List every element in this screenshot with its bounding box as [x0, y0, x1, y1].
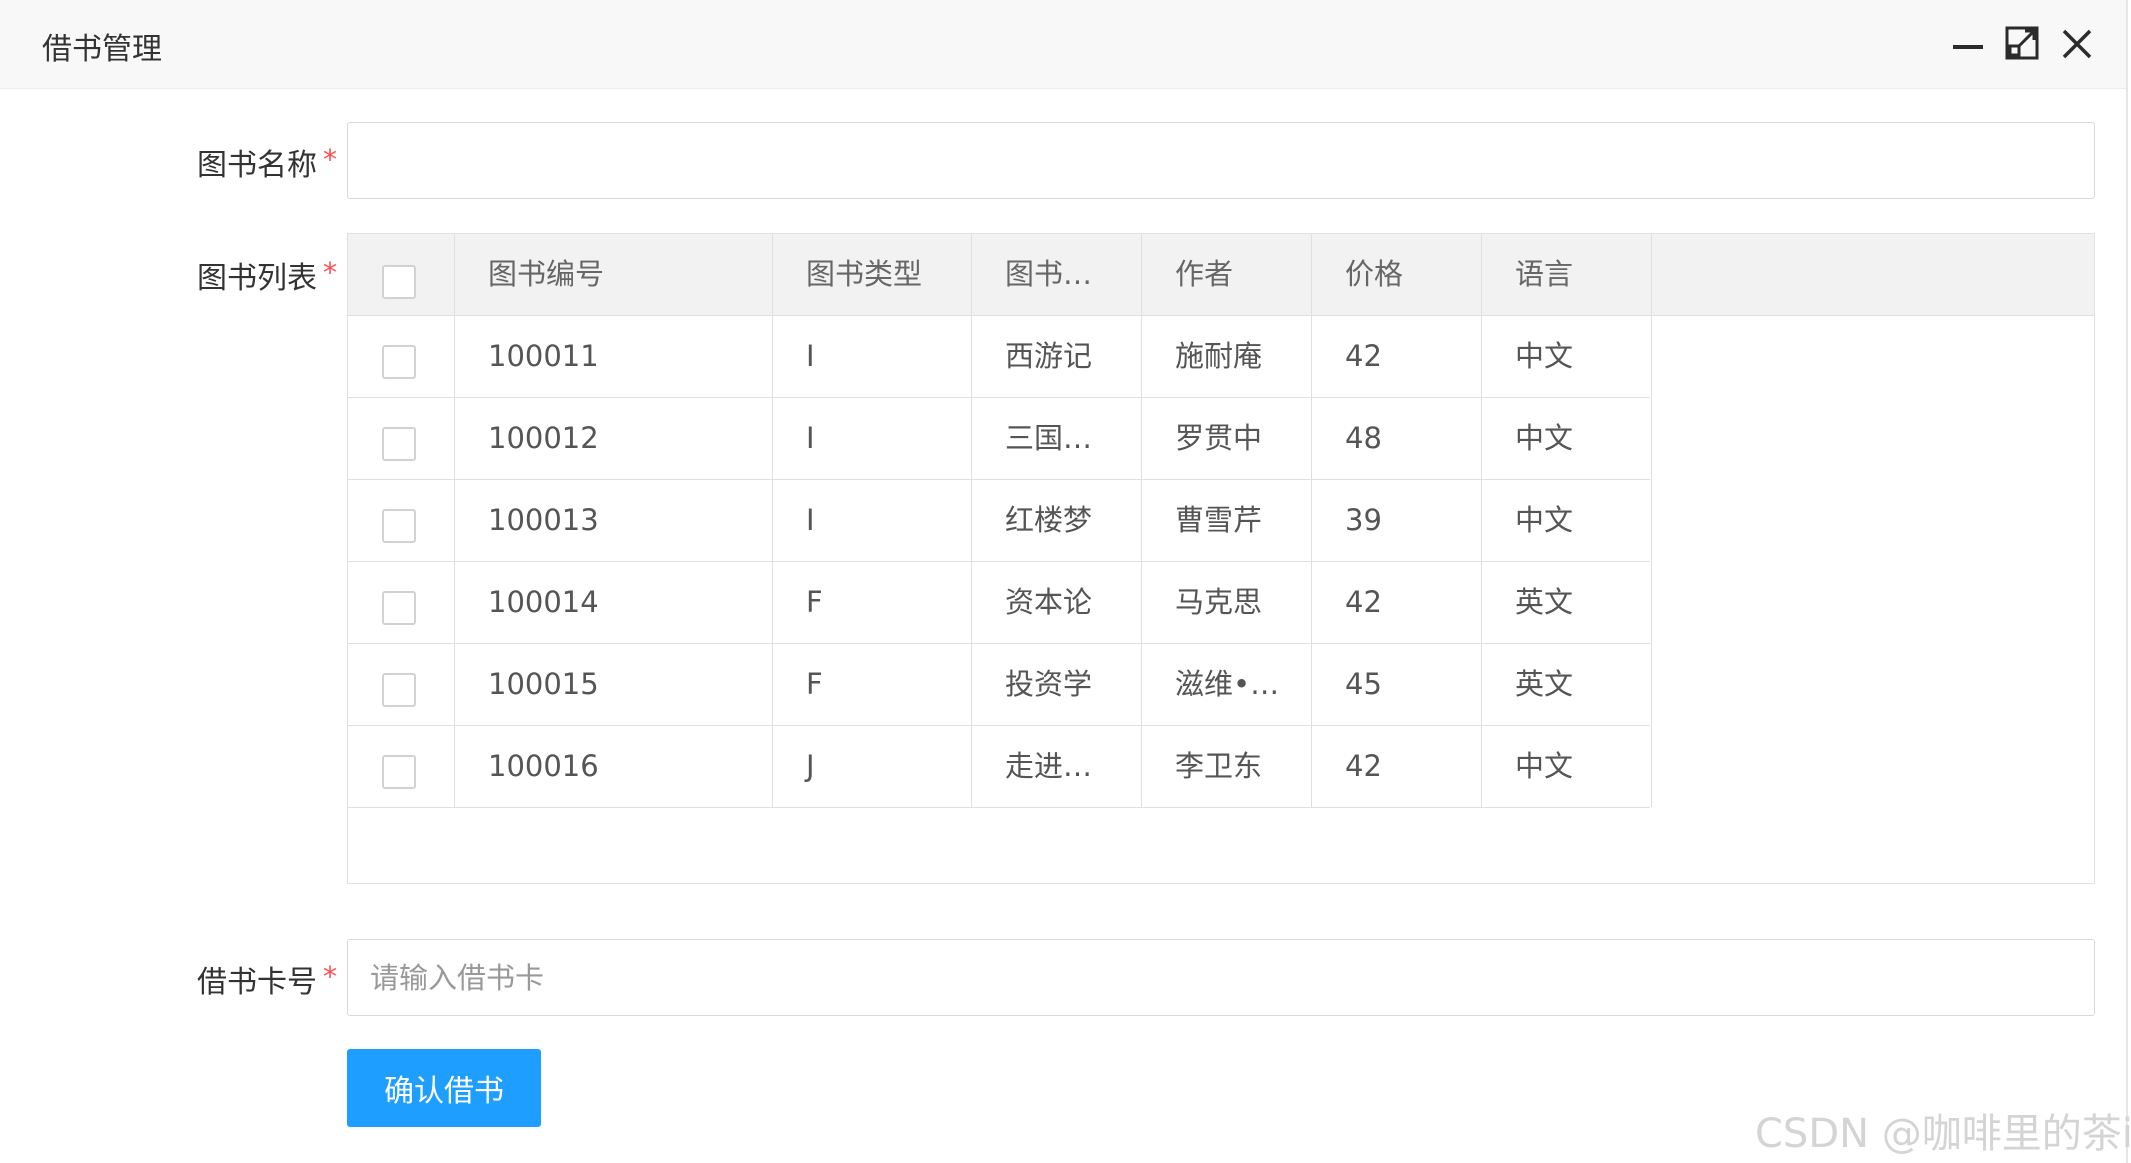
- table-cell-name: 投资学: [972, 643, 1142, 725]
- dialog-title: 借书管理: [42, 32, 162, 67]
- row-checkbox[interactable]: [382, 427, 416, 461]
- table-row[interactable]: 100013 I 红楼梦 曹雪芹 39 中文: [348, 479, 1652, 562]
- table-cell-price: 42: [1312, 315, 1482, 397]
- table-cell-type: I: [773, 479, 972, 561]
- watermark: CSDN @咖啡里的茶i: [1755, 1111, 2131, 1157]
- column-header[interactable]: 作者: [1142, 234, 1312, 315]
- table-cell-author: 滋维•…: [1142, 643, 1312, 725]
- row-checkbox-cell: [348, 315, 455, 397]
- maximize-icon[interactable]: [2001, 22, 2045, 66]
- table-cell-price: 45: [1312, 643, 1482, 725]
- table-cell-type: F: [773, 561, 972, 643]
- row-checkbox[interactable]: [382, 509, 416, 543]
- row-checkbox-cell: [348, 479, 455, 561]
- table-row[interactable]: 100012 I 三国… 罗贯中 48 中文: [348, 397, 1652, 480]
- confirm-borrow-button[interactable]: 确认借书: [347, 1049, 541, 1127]
- table-cell-author: 施耐庵: [1142, 315, 1312, 397]
- column-header[interactable]: 图书编号: [455, 234, 773, 315]
- table-cell-author: 马克思: [1142, 561, 1312, 643]
- table-cell-author: 曹雪芹: [1142, 479, 1312, 561]
- row-checkbox-cell: [348, 397, 455, 479]
- table-cell-id: 100016: [455, 725, 773, 807]
- book-list-label: 图书列表 *: [197, 253, 337, 297]
- table-cell-author: 罗贯中: [1142, 397, 1312, 479]
- table-row[interactable]: 100015 F 投资学 滋维•… 45 英文: [348, 643, 1652, 726]
- table-cell-type: F: [773, 643, 972, 725]
- row-checkbox[interactable]: [382, 755, 416, 789]
- table-row[interactable]: 100014 F 资本论 马克思 42 英文: [348, 561, 1652, 644]
- card-no-input[interactable]: [347, 939, 2095, 1016]
- table-cell-price: 39: [1312, 479, 1482, 561]
- dialog-titlebar: 借书管理: [0, 0, 2126, 89]
- table-cell-name: 资本论: [972, 561, 1142, 643]
- table-header: 图书编号 图书类型 图书… 作者 价格 语言: [348, 234, 2094, 316]
- table-cell-lang: 英文: [1482, 561, 1652, 643]
- minimize-icon[interactable]: [1947, 22, 1991, 66]
- table-cell-lang: 中文: [1482, 725, 1652, 807]
- book-name-label: 图书名称 *: [197, 140, 337, 184]
- table-cell-price: 48: [1312, 397, 1482, 479]
- table-cell-price: 42: [1312, 725, 1482, 807]
- table-cell-id: 100013: [455, 479, 773, 561]
- table-cell-author: 李卫东: [1142, 725, 1312, 807]
- book-name-input[interactable]: [347, 122, 2095, 199]
- table-cell-type: I: [773, 397, 972, 479]
- column-header[interactable]: 语言: [1482, 234, 1652, 315]
- table-cell-type: J: [773, 725, 972, 807]
- table-cell-lang: 中文: [1482, 397, 1652, 479]
- card-no-label: 借书卡号 *: [197, 957, 337, 1001]
- select-all-checkbox[interactable]: [382, 265, 416, 299]
- book-table: 图书编号 图书类型 图书… 作者 价格 语言 100011 I 西游记 施耐庵 42 中文…: [347, 233, 2095, 884]
- table-cell-id: 100014: [455, 561, 773, 643]
- column-header[interactable]: 价格: [1312, 234, 1482, 315]
- required-mark: *: [323, 143, 337, 176]
- required-mark: *: [323, 960, 337, 993]
- table-cell-type: I: [773, 315, 972, 397]
- row-checkbox[interactable]: [382, 345, 416, 379]
- close-icon[interactable]: [2055, 22, 2099, 66]
- table-row[interactable]: 100016 J 走进… 李卫东 42 中文: [348, 725, 1652, 808]
- header-checkbox-cell: [348, 234, 455, 315]
- row-checkbox-cell: [348, 643, 455, 725]
- card-no-label-text: 借书卡号: [197, 965, 317, 1000]
- book-name-label-text: 图书名称: [197, 148, 317, 183]
- table-cell-lang: 中文: [1482, 315, 1652, 397]
- table-cell-name: 红楼梦: [972, 479, 1142, 561]
- table-cell-lang: 英文: [1482, 643, 1652, 725]
- column-header[interactable]: 图书类型: [773, 234, 972, 315]
- table-row[interactable]: 100011 I 西游记 施耐庵 42 中文: [348, 315, 1652, 398]
- table-cell-name: 三国…: [972, 397, 1142, 479]
- table-cell-price: 42: [1312, 561, 1482, 643]
- row-checkbox[interactable]: [382, 591, 416, 625]
- row-checkbox-cell: [348, 725, 455, 807]
- book-list-label-text: 图书列表: [197, 261, 317, 296]
- table-cell-name: 西游记: [972, 315, 1142, 397]
- table-cell-id: 100012: [455, 397, 773, 479]
- column-header[interactable]: 图书…: [972, 234, 1142, 315]
- table-cell-id: 100015: [455, 643, 773, 725]
- row-checkbox[interactable]: [382, 673, 416, 707]
- table-cell-name: 走进…: [972, 725, 1142, 807]
- table-cell-lang: 中文: [1482, 479, 1652, 561]
- borrow-dialog: 借书管理 图书名称 * 图书列表 * 图书编号 图书类型 图书… 作者 价格 语…: [0, 0, 2131, 1163]
- table-cell-id: 100011: [455, 315, 773, 397]
- required-mark: *: [323, 256, 337, 289]
- row-checkbox-cell: [348, 561, 455, 643]
